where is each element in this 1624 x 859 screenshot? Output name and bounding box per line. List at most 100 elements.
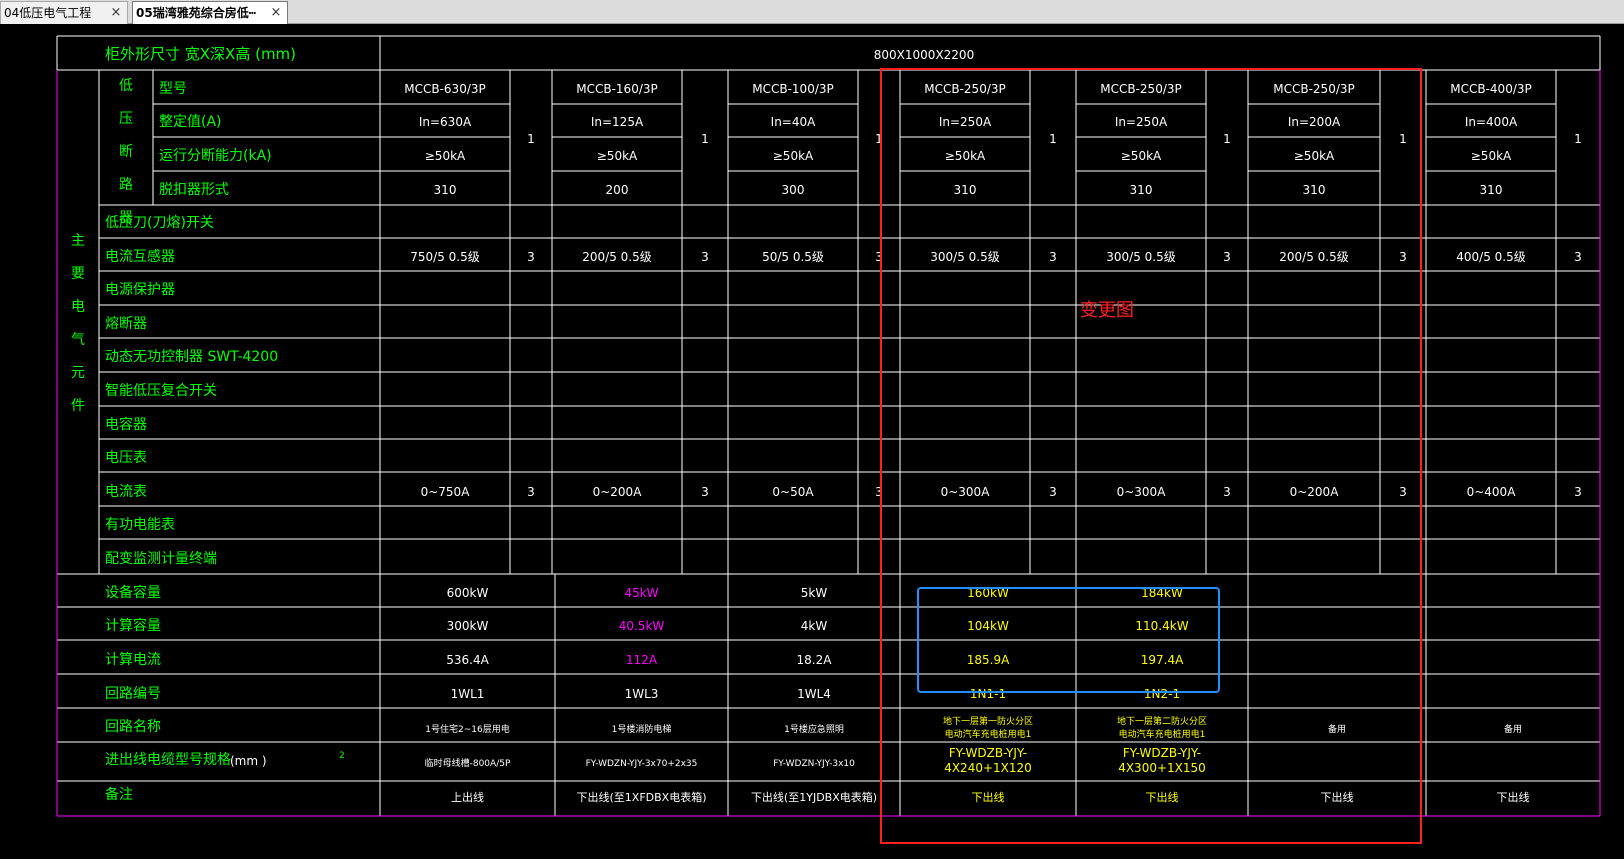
circuit-name: 1号住宅2~16层用电 (425, 723, 509, 735)
remark: 上出线 (451, 790, 484, 804)
current-transformer: 300/5 0.5级 (930, 250, 999, 264)
calculated-capacity: 110.4kW (1135, 619, 1188, 633)
circuit-name-line2: 电动汽车充电桩用电1 (945, 728, 1032, 740)
ct-quantity: 3 (1399, 250, 1407, 264)
breaker-label-char: 断 (119, 144, 133, 160)
row-label-leak: 电源保护器 (105, 282, 175, 298)
breaker-capacity: ≥50kA (1294, 149, 1335, 163)
breaker-quantity: 1 (701, 132, 709, 146)
table-outer-border (56, 70, 1601, 817)
breaker-model: MCCB-630/3P (404, 82, 486, 96)
breaker-capacity: ≥50kA (425, 149, 466, 163)
trip-type: 300 (782, 183, 805, 197)
current-transformer: 50/5 0.5级 (762, 250, 824, 264)
row-label-breaking: 运行分断能力(kA) (159, 148, 272, 164)
main-elements-char: 主 (71, 233, 85, 249)
ammeter-range: 0~200A (1290, 485, 1340, 499)
ammeter-range: 0~750A (421, 485, 471, 499)
current-transformer: 200/5 0.5级 (582, 250, 651, 264)
cable-spec: FY-WDZN-YJY-3x70+2x35 (586, 759, 698, 769)
cable-spec-line1: FY-WDZB-YJY- (1123, 746, 1201, 760)
circuit-number: 1WL1 (451, 687, 485, 701)
current-transformer: 400/5 0.5级 (1456, 250, 1525, 264)
cable-spec: 临时母线槽-800A/5P (425, 757, 511, 769)
remark: 下出线 (1497, 790, 1530, 804)
calculated-current: 185.9A (967, 653, 1010, 667)
breaker-model: MCCB-160/3P (576, 82, 658, 96)
ct-quantity: 3 (701, 250, 709, 264)
cabinet-size-value: 800X1000X2200 (874, 48, 974, 62)
cable-unit-superscript: 2 (339, 751, 345, 761)
ammeter-quantity: 3 (1399, 485, 1407, 499)
breaker-capacity: ≥50kA (1471, 149, 1512, 163)
remark: 下出线(至1YJDBX电表箱) (751, 790, 877, 804)
main-elements-char: 气 (71, 332, 85, 348)
row-label-trip: 脱扣器形式 (159, 182, 229, 198)
row-label-smart_switch: 智能低压复合开关 (105, 382, 217, 399)
calculated-current: 197.4A (1141, 653, 1184, 667)
row-label-circuit_name: 回路名称 (105, 719, 161, 735)
equipment-capacity: 45kW (624, 586, 658, 600)
tab-label: 04低压电气工程 (4, 6, 92, 20)
document-tab-bar: 04低压电气工程 × 05瑞湾雅苑综合房低┅ × (0, 0, 1624, 24)
tab-ruiwan-yayuan[interactable]: 05瑞湾雅苑综合房低┅ × (132, 1, 288, 24)
calculated-current: 112A (626, 653, 658, 667)
circuit-name-line1: 地下一层第二防火分区 (1117, 715, 1207, 727)
ammeter-range: 0~300A (941, 485, 991, 499)
equipment-capacity: 5kW (801, 586, 828, 600)
cad-drawing-canvas[interactable]: 柜外形尺寸 宽X深X高 (mm) 主要电气元件低压断路器型号 整定值(A) 运行分断能… (0, 24, 1624, 859)
row-label-calc_cap: 计算容量 (105, 617, 161, 634)
circuit-number: 1WL3 (625, 687, 659, 701)
circuit-number: 1N1-1 (970, 687, 1006, 701)
row-labels: 柜外形尺寸 宽X深X高 (mm)主要电气元件低压断路器型号整定值(A)运行分断能… (71, 45, 345, 803)
breaker-setting: In=400A (1465, 115, 1518, 129)
row-label-capacitor: 电容器 (105, 416, 147, 433)
breaker-setting: In=40A (771, 115, 816, 129)
breaker-model: MCCB-100/3P (752, 82, 834, 96)
ct-quantity: 3 (1223, 250, 1231, 264)
row-label-ammeter: 电流表 (105, 484, 147, 500)
circuit-name-line1: 地下一层第一防火分区 (943, 715, 1033, 727)
circuit-number: 1N2-1 (1144, 687, 1180, 701)
breaker-label-char: 路 (119, 177, 133, 193)
breaker-quantity: 1 (1574, 132, 1582, 146)
row-label-calc_current: 计算电流 (105, 652, 161, 668)
breaker-model: MCCB-250/3P (924, 82, 1006, 96)
remark: 下出线(至1XFDBX电表箱) (577, 790, 707, 804)
main-elements-char: 件 (71, 398, 85, 414)
row-label-setting: 整定值(A) (159, 114, 222, 130)
calculated-current: 536.4A (446, 653, 489, 667)
cable-spec-line2: 4X300+1X150 (1118, 761, 1206, 775)
row-label-ct: 电流互感器 (105, 248, 175, 265)
ct-quantity: 3 (1574, 250, 1582, 264)
breaker-quantity: 1 (1399, 132, 1407, 146)
row-label-cable_label: 进出线电缆型号规格 (105, 752, 231, 768)
circuit-name: 备用 (1504, 723, 1522, 735)
close-icon[interactable]: × (269, 2, 283, 24)
row-label-voltmeter: 电压表 (105, 450, 147, 466)
trip-type: 310 (434, 183, 457, 197)
equipment-capacity: 600kW (447, 586, 489, 600)
close-icon[interactable]: × (109, 2, 123, 24)
current-transformer: 200/5 0.5级 (1279, 250, 1348, 264)
circuit-name: 备用 (1328, 723, 1346, 735)
remark: 下出线 (972, 790, 1005, 804)
row-label-circuit_no: 回路编号 (105, 686, 161, 702)
main-elements-char: 电 (71, 299, 85, 315)
ammeter-range: 0~400A (1467, 485, 1517, 499)
breaker-capacity: ≥50kA (597, 149, 638, 163)
remark: 下出线 (1146, 790, 1179, 804)
current-transformer: 300/5 0.5级 (1106, 250, 1175, 264)
cable-unit-label: (mm ) (230, 754, 267, 768)
tab-low-voltage-project[interactable]: 04低压电气工程 × (0, 1, 128, 24)
breaker-setting: In=125A (591, 115, 644, 129)
current-transformer: 750/5 0.5级 (410, 250, 479, 264)
calculated-capacity: 40.5kW (619, 619, 665, 633)
remark: 下出线 (1321, 790, 1354, 804)
row-label-reactive: 动态无功控制器 SWT-4200 (105, 349, 278, 365)
table-cells: 800X1000X2200 MCCB-630/3P In=630A ≥50kA 310 1… (404, 48, 1582, 804)
trip-type: 310 (1130, 183, 1153, 197)
ct-quantity: 3 (1049, 250, 1057, 264)
breaker-quantity: 1 (1223, 132, 1231, 146)
ammeter-quantity: 3 (701, 485, 709, 499)
